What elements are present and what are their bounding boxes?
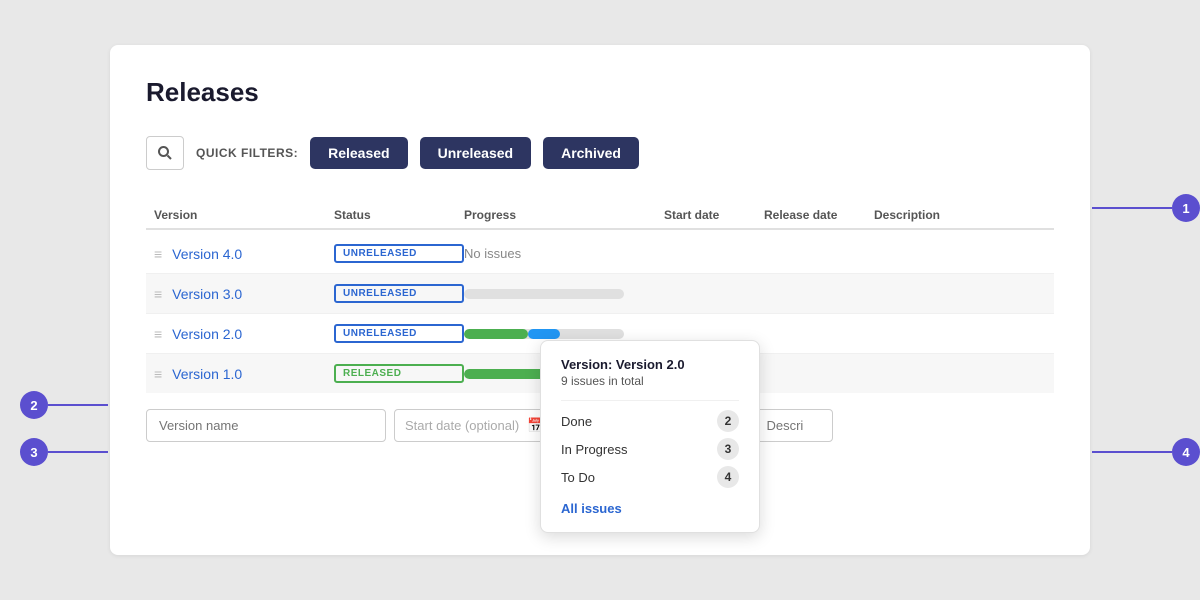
search-box[interactable] xyxy=(146,136,184,170)
status-badge: RELEASED xyxy=(334,364,464,383)
annotation-3: 3 xyxy=(20,438,108,466)
status-badge: UNRELEASED xyxy=(334,244,464,263)
version-tooltip: Version: Version 2.0 9 issues in total D… xyxy=(540,340,760,533)
drag-handle-icon: ≡ xyxy=(154,326,162,342)
filter-unreleased-button[interactable]: Unreleased xyxy=(420,137,531,169)
annotation-circle-4: 4 xyxy=(1172,438,1200,466)
version-link[interactable]: ≡ Version 2.0 xyxy=(154,326,334,342)
annotation-4: 4 xyxy=(1092,438,1200,466)
status-badge: UNRELEASED xyxy=(334,284,464,303)
col-status: Status xyxy=(334,208,464,222)
version-link[interactable]: ≡ Version 4.0 xyxy=(154,246,334,262)
releases-card: Releases QUICK FILTERS: Released Unrelea… xyxy=(110,45,1090,555)
tooltip-title: Version: Version 2.0 xyxy=(561,357,739,372)
version-link[interactable]: ≡ Version 1.0 xyxy=(154,366,334,382)
annotation-circle-1: 1 xyxy=(1172,194,1200,222)
tooltip-count-in-progress: 3 xyxy=(717,438,739,460)
tooltip-subtitle: 9 issues in total xyxy=(561,374,739,388)
drag-handle-icon: ≡ xyxy=(154,286,162,302)
col-release-date: Release date xyxy=(764,208,874,222)
annotation-1: 1 xyxy=(1092,194,1200,222)
filter-row: QUICK FILTERS: Released Unreleased Archi… xyxy=(146,136,1054,170)
col-start-date: Start date xyxy=(664,208,764,222)
search-icon xyxy=(157,145,173,161)
annotation-circle-2: 2 xyxy=(20,391,48,419)
tooltip-row-to-do: To Do 4 xyxy=(561,463,739,491)
no-issues-text: No issues xyxy=(464,246,664,261)
table-row: ≡ Version 3.0 UNRELEASED xyxy=(146,274,1054,314)
col-description: Description xyxy=(874,208,1046,222)
table-header: Version Status Progress Start date Relea… xyxy=(146,202,1054,230)
annotation-2: 2 xyxy=(20,391,108,419)
drag-handle-icon: ≡ xyxy=(154,366,162,382)
table-row: ≡ Version 4.0 UNRELEASED No issues xyxy=(146,234,1054,274)
tooltip-count-done: 2 xyxy=(717,410,739,432)
status-badge: UNRELEASED xyxy=(334,324,464,343)
start-date-input[interactable]: Start date (optional) 📅 xyxy=(394,409,556,442)
description-input[interactable] xyxy=(753,409,833,442)
drag-handle-icon: ≡ xyxy=(154,246,162,262)
quick-filters-label: QUICK FILTERS: xyxy=(196,146,298,160)
annotation-circle-3: 3 xyxy=(20,438,48,466)
version-name-input[interactable] xyxy=(146,409,386,442)
tooltip-row-done: Done 2 xyxy=(561,407,739,435)
col-version: Version xyxy=(154,208,334,222)
progress-bar-empty xyxy=(464,289,624,299)
page-title: Releases xyxy=(146,77,1054,108)
filter-archived-button[interactable]: Archived xyxy=(543,137,639,169)
version-link[interactable]: ≡ Version 3.0 xyxy=(154,286,334,302)
tooltip-count-to-do: 4 xyxy=(717,466,739,488)
filter-released-button[interactable]: Released xyxy=(310,137,407,169)
tooltip-row-in-progress: In Progress 3 xyxy=(561,435,739,463)
progress-bar-partial xyxy=(464,329,624,339)
all-issues-link[interactable]: All issues xyxy=(561,501,739,516)
col-progress: Progress xyxy=(464,208,664,222)
